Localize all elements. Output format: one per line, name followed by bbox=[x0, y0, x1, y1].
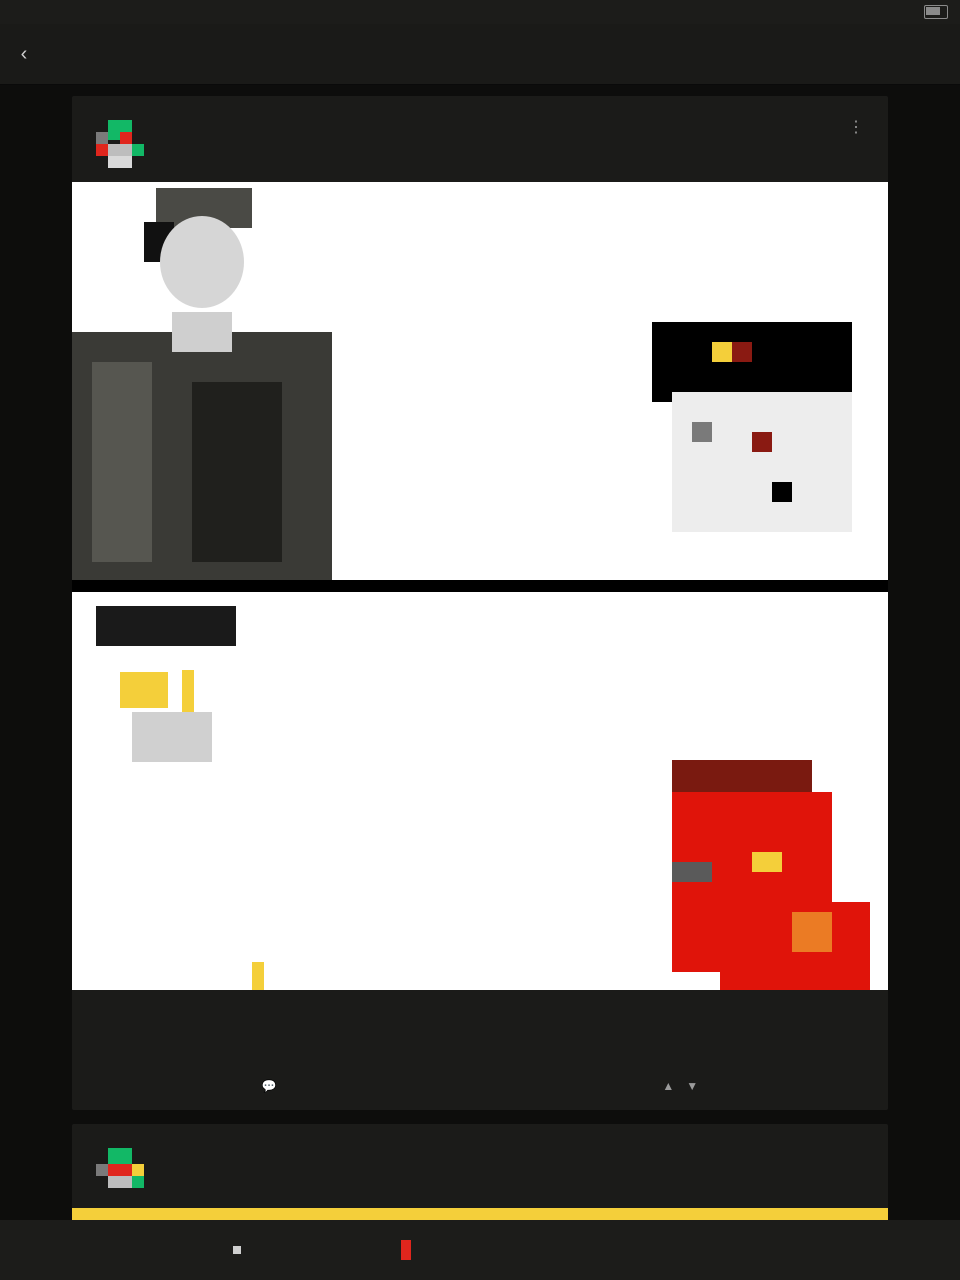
active-marker-icon bbox=[401, 1240, 412, 1260]
next-post-preview bbox=[72, 1208, 888, 1220]
back-arrow-icon[interactable]: ‹ bbox=[12, 42, 36, 66]
page-title bbox=[476, 46, 484, 62]
bottom-navigation bbox=[0, 1220, 960, 1280]
author-line[interactable] bbox=[156, 118, 162, 133]
comments-icon: 💬 bbox=[261, 1079, 277, 1093]
panel-divider bbox=[72, 580, 888, 592]
meme-panel-top[interactable] bbox=[72, 182, 888, 580]
dot-icon bbox=[232, 1246, 241, 1254]
status-bar bbox=[0, 0, 960, 24]
post-card[interactable]: ⋮ 💬 ▲ ▼ bbox=[72, 96, 888, 1110]
post-header bbox=[72, 1124, 888, 1208]
meme-panel-bottom[interactable] bbox=[72, 592, 888, 990]
battery-icon bbox=[924, 5, 948, 19]
post-card[interactable] bbox=[72, 1124, 888, 1220]
avatar[interactable] bbox=[96, 1136, 144, 1196]
post-footer: 💬 ▲ ▼ bbox=[72, 990, 888, 1110]
nav-item-2[interactable] bbox=[232, 1246, 246, 1254]
man-in-suit-illustration bbox=[72, 182, 888, 580]
red-character-illustration bbox=[72, 592, 888, 990]
app-header: ‹ bbox=[0, 24, 960, 85]
upvote-icon[interactable]: ▲ bbox=[662, 1079, 674, 1093]
downvote-icon[interactable]: ▼ bbox=[686, 1079, 698, 1093]
post-header: ⋮ bbox=[72, 96, 888, 180]
post-actions: 💬 ▲ ▼ bbox=[72, 1070, 888, 1102]
more-options-icon[interactable]: ⋮ bbox=[846, 118, 866, 138]
status-icons bbox=[916, 5, 948, 19]
nav-item-3[interactable] bbox=[401, 1240, 416, 1260]
comments-button[interactable]: 💬 bbox=[262, 1079, 283, 1093]
vote-button[interactable]: ▲ ▼ bbox=[662, 1079, 698, 1093]
avatar[interactable] bbox=[96, 108, 144, 168]
